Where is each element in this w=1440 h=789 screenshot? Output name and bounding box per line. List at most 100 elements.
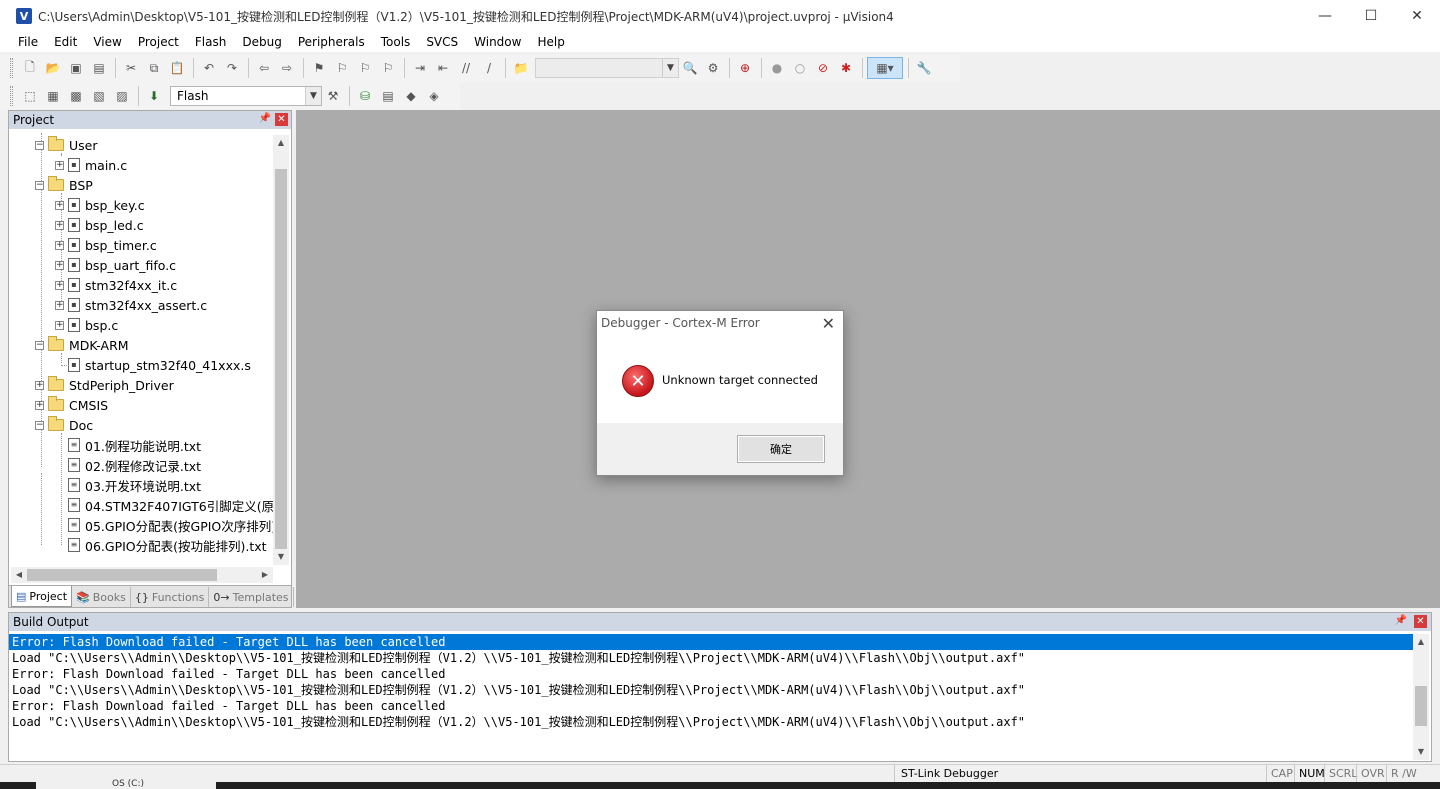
indent-icon[interactable]: ⇥ — [409, 57, 431, 79]
build-output-line[interactable]: Error: Flash Download failed - Target DL… — [9, 634, 1413, 650]
editor-area[interactable] — [296, 110, 1440, 608]
tree-file-bsp-uart-fifo[interactable]: + ▪ bsp_uart_fifo.c — [55, 255, 176, 275]
menu-flash[interactable]: Flash — [187, 32, 234, 52]
collapse-icon[interactable]: − — [35, 340, 44, 350]
scroll-up-icon[interactable]: ▲ — [1413, 634, 1429, 650]
project-tree-horizontal-scrollbar[interactable]: ◀ ▶ — [11, 567, 273, 583]
tree-file-bsp-key[interactable]: + ▪ bsp_key.c — [55, 195, 145, 215]
copy-icon[interactable]: ⧉ — [143, 57, 165, 79]
toolbar-grip[interactable] — [10, 58, 13, 78]
manage-books-icon[interactable]: ▤ — [377, 85, 399, 107]
disable-all-breakpoints-icon[interactable]: ⊘ — [812, 57, 834, 79]
undo-icon[interactable]: ↶ — [198, 57, 220, 79]
tree-group-bsp[interactable]: − BSP — [35, 175, 93, 195]
paste-icon[interactable]: 📋 — [166, 57, 188, 79]
ok-button[interactable]: 确定 — [737, 435, 825, 463]
find-in-files-icon[interactable]: 📁 — [510, 57, 532, 79]
tree-group-user[interactable]: − User — [35, 135, 98, 155]
expand-icon[interactable]: + — [55, 320, 64, 330]
collapse-icon[interactable]: − — [35, 140, 44, 150]
close-icon[interactable]: ✕ — [275, 113, 288, 126]
comment-icon[interactable]: // — [455, 57, 477, 79]
collapse-icon[interactable]: − — [35, 180, 44, 190]
build-output-line[interactable]: Error: Flash Download failed - Target DL… — [9, 698, 1413, 714]
incremental-find-icon[interactable]: ⚙ — [702, 57, 724, 79]
close-window-button[interactable]: ✕ — [1394, 0, 1440, 32]
target-select[interactable]: Flash ▼ — [170, 86, 322, 106]
build-output-scrollbar[interactable]: ▲ ▼ — [1413, 634, 1429, 760]
expand-icon[interactable]: + — [55, 260, 64, 270]
uncomment-icon[interactable]: / — [478, 57, 500, 79]
scroll-down-icon[interactable]: ▼ — [273, 549, 289, 565]
scrollbar-thumb[interactable] — [1415, 686, 1427, 726]
window-layout-icon[interactable]: ▦▾ — [867, 57, 903, 79]
tree-group-doc[interactable]: − Doc — [35, 415, 93, 435]
save-all-icon[interactable]: ▤ — [88, 57, 110, 79]
bookmark-toggle-icon[interactable]: ⚑ — [308, 57, 330, 79]
menu-peripherals[interactable]: Peripherals — [290, 32, 373, 52]
tree-group-mdk-arm[interactable]: − MDK-ARM — [35, 335, 129, 355]
minimize-button[interactable]: — — [1302, 0, 1348, 32]
stop-build-icon[interactable]: ▨ — [111, 85, 133, 107]
tab-templates[interactable]: 0→ Templates — [209, 587, 294, 607]
expand-icon[interactable]: + — [35, 380, 44, 390]
expand-icon[interactable]: + — [55, 160, 64, 170]
unindent-icon[interactable]: ⇤ — [432, 57, 454, 79]
rebuild-icon[interactable]: ▩ — [65, 85, 87, 107]
maximize-button[interactable]: ☐ — [1348, 0, 1394, 32]
menu-debug[interactable]: Debug — [234, 32, 289, 52]
scroll-up-icon[interactable]: ▲ — [273, 135, 289, 151]
tree-file-doc-03[interactable]: ≡ 03.开发环境说明.txt — [68, 475, 201, 495]
scrollbar-thumb[interactable] — [275, 169, 287, 549]
tree-file-bsp-timer[interactable]: + ▪ bsp_timer.c — [55, 235, 157, 255]
kill-all-breakpoints-icon[interactable]: ✱ — [835, 57, 857, 79]
load-download-icon[interactable]: ⬇ — [143, 85, 165, 107]
scrollbar-thumb[interactable] — [27, 569, 217, 581]
scroll-down-icon[interactable]: ▼ — [1413, 744, 1429, 760]
bookmark-next-icon[interactable]: ⚐ — [354, 57, 376, 79]
tree-group-cmsis[interactable]: + CMSIS — [35, 395, 108, 415]
tab-project[interactable]: ▤ Project — [11, 586, 73, 607]
menu-file[interactable]: File — [10, 32, 46, 52]
redo-icon[interactable]: ↷ — [221, 57, 243, 79]
nav-back-icon[interactable]: ⇦ — [253, 57, 275, 79]
bookmark-clear-icon[interactable]: ⚐ — [377, 57, 399, 79]
insert-breakpoint-icon[interactable]: ● — [766, 57, 788, 79]
expand-icon[interactable]: + — [55, 240, 64, 250]
translate-icon[interactable]: ⬚ — [19, 85, 41, 107]
build-output-line[interactable]: Error: Flash Download failed - Target DL… — [9, 666, 1413, 682]
pin-icon[interactable]: 📌 — [1395, 615, 1407, 626]
tree-file-doc-02[interactable]: ≡ 02.例程修改记录.txt — [68, 455, 201, 475]
batch-build-icon[interactable]: ▧ — [88, 85, 110, 107]
cut-icon[interactable]: ✂ — [120, 57, 142, 79]
build-icon[interactable]: ▦ — [42, 85, 64, 107]
scroll-left-icon[interactable]: ◀ — [11, 567, 27, 583]
select-device-icon[interactable]: ◆ — [400, 85, 422, 107]
expand-icon[interactable]: + — [55, 280, 64, 290]
tree-file-stm32f4xx-assert[interactable]: + ▪ stm32f4xx_assert.c — [55, 295, 207, 315]
pack-installer-icon[interactable]: ◈ — [423, 85, 445, 107]
project-tree-vertical-scrollbar[interactable]: ▲ ▼ — [273, 135, 289, 565]
tree-file-stm32f4xx-it[interactable]: + ▪ stm32f4xx_it.c — [55, 275, 177, 295]
build-output-line[interactable]: Load "C:\\Users\\Admin\\Desktop\\V5-101_… — [9, 682, 1413, 698]
expand-icon[interactable]: + — [55, 300, 64, 310]
build-output-text[interactable]: Error: Flash Download failed - Target DL… — [9, 634, 1413, 760]
expand-icon[interactable]: + — [55, 220, 64, 230]
expand-icon[interactable]: + — [55, 200, 64, 210]
menu-tools[interactable]: Tools — [373, 32, 419, 52]
tree-group-stdperiph-driver[interactable]: + StdPeriph_Driver — [35, 375, 174, 395]
find-icon[interactable]: 🔍 — [679, 57, 701, 79]
tab-functions[interactable]: {} Functions — [131, 587, 210, 607]
tree-file-doc-04[interactable]: ≡ 04.STM32F407IGT6引脚定义(原始 — [68, 495, 273, 515]
collapse-icon[interactable]: − — [35, 420, 44, 430]
menu-project[interactable]: Project — [130, 32, 187, 52]
find-combo[interactable]: ▼ — [535, 58, 679, 78]
manage-components-icon[interactable]: ⛁ — [354, 85, 376, 107]
dialog-close-icon[interactable]: ✕ — [822, 314, 835, 333]
new-file-icon[interactable]: 🗋 — [19, 57, 41, 79]
debug-session-icon[interactable]: ⊕ — [734, 57, 756, 79]
chevron-down-icon[interactable]: ▼ — [662, 59, 678, 77]
menu-window[interactable]: Window — [466, 32, 529, 52]
chevron-down-icon[interactable]: ▼ — [305, 87, 321, 105]
tree-file-doc-06[interactable]: ≡ 06.GPIO分配表(按功能排列).txt — [68, 535, 267, 555]
